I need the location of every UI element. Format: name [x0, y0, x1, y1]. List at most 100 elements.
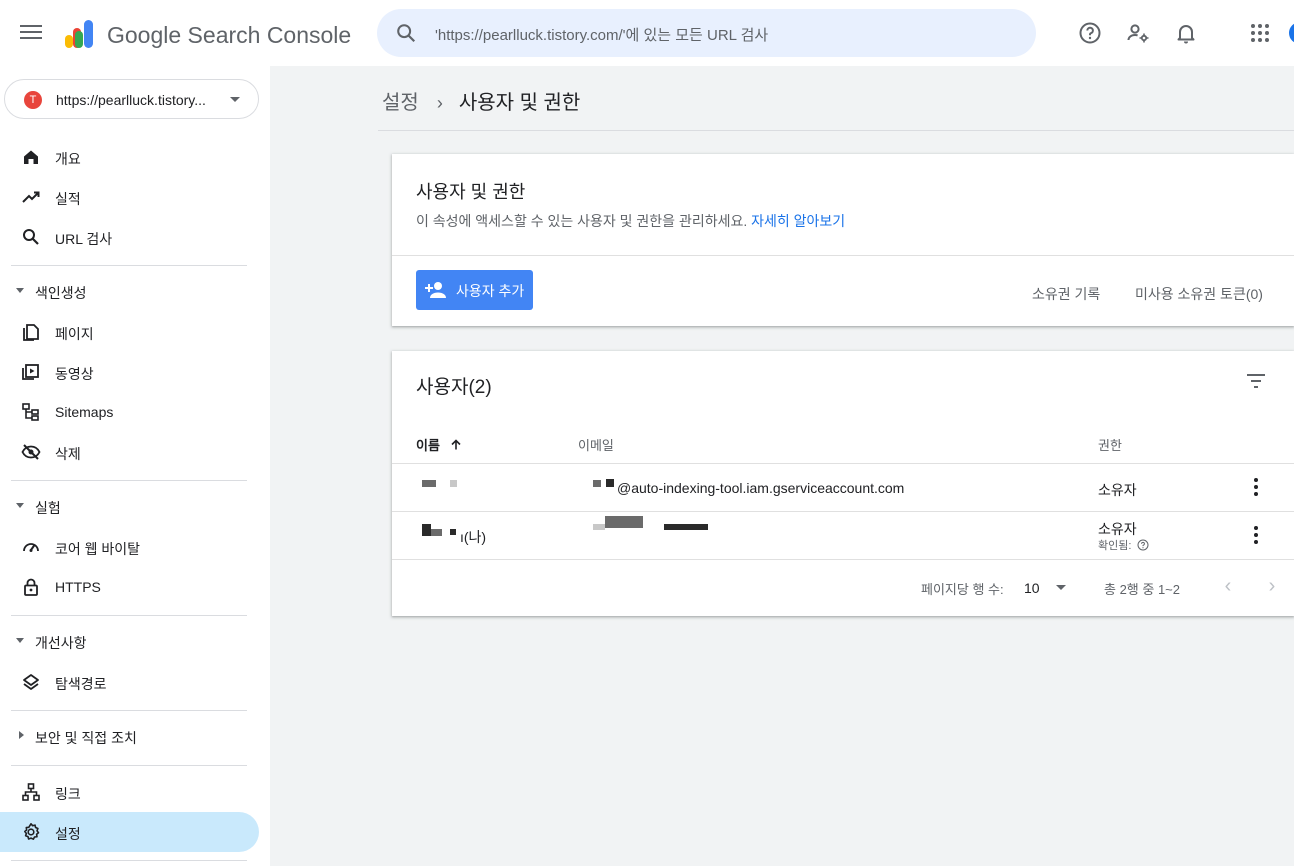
sidebar-divider [11, 480, 247, 481]
sidebar-section-label: 개선사항 [35, 635, 87, 651]
sidebar-section-label: 색인생성 [35, 285, 87, 301]
breadcrumb-chevron-icon: › [436, 93, 443, 113]
more-vert-icon[interactable] [1252, 526, 1260, 546]
notifications-icon[interactable] [1174, 21, 1198, 45]
sidebar-item-label: 링크 [55, 786, 81, 802]
sidebar-item-links[interactable]: 링크 [0, 772, 259, 812]
unused-tokens-button[interactable]: 미사용 소유권 토큰(0) [1135, 284, 1263, 304]
permissions-description: 이 속성에 액세스할 수 있는 사용자 및 권한을 관리하세요. 자세히 알아보… [416, 211, 845, 231]
users-card: 사용자(2) 이름 이메일 권한 @auto-indexing-tool.iam… [392, 351, 1294, 616]
trending-up-icon [22, 191, 40, 203]
search-console-logo [65, 20, 93, 48]
sidebar-item-label: 삭제 [55, 446, 81, 462]
sidebar-section-security[interactable]: 보안 및 직접 조치 [0, 718, 259, 754]
redacted-email [605, 516, 643, 528]
add-user-label: 사용자 추가 [456, 283, 525, 299]
sidebar-divider [11, 860, 247, 861]
sidebar-item-breadcrumbs[interactable]: 탐색경로 [0, 662, 259, 702]
header-divider [378, 130, 1294, 131]
table-divider [392, 463, 1294, 464]
sidebar-divider [11, 615, 247, 616]
sidebar-section-indexing[interactable]: 색인생성 [0, 273, 259, 309]
property-selector[interactable]: T https://pearlluck.tistory... [4, 79, 259, 119]
permissions-description-text: 이 속성에 액세스할 수 있는 사용자 및 권한을 관리하세요. [416, 213, 748, 229]
breadcrumb-parent[interactable]: 설정 [382, 92, 419, 114]
user-email: @auto-indexing-tool.iam.gserviceaccount.… [617, 480, 905, 496]
rows-per-page-select[interactable]: 10 [1020, 573, 1072, 601]
sidebar-section-experience[interactable]: 실험 [0, 488, 259, 524]
sidebar-item-label: 탐색경로 [55, 676, 107, 692]
table-divider [392, 511, 1294, 512]
learn-more-link[interactable]: 자세히 알아보기 [751, 213, 845, 229]
redacted-name [422, 480, 436, 487]
hamburger-menu-icon[interactable] [18, 21, 44, 45]
sidebar-section-label: 실험 [35, 500, 61, 516]
sidebar-item-pages[interactable]: 페이지 [0, 312, 259, 352]
pages-icon [23, 324, 39, 341]
layers-icon [23, 674, 39, 690]
sidebar-item-performance[interactable]: 실적 [0, 177, 259, 217]
video-icon [22, 364, 39, 380]
sidebar-item-core-web-vitals[interactable]: 코어 웹 바이탈 [0, 527, 259, 567]
table-divider [392, 559, 1294, 560]
verified-label: 확인됨: [1098, 540, 1132, 552]
app-brand[interactable]: Google Search Console [107, 22, 351, 49]
add-user-button[interactable]: 사용자 추가 [416, 270, 533, 310]
sidebar-item-overview[interactable]: 개요 [0, 137, 259, 177]
collapse-arrow-icon [16, 638, 24, 643]
manage-accounts-icon[interactable] [1126, 21, 1150, 45]
users-card-title: 사용자(2) [416, 377, 492, 398]
help-icon[interactable] [1078, 21, 1102, 45]
home-icon [24, 150, 38, 164]
sidebar-divider [11, 765, 247, 766]
verified-note: 확인됨: [1098, 537, 1149, 553]
redacted-name [450, 480, 457, 487]
more-vert-icon[interactable] [1252, 478, 1260, 498]
column-header-name[interactable]: 이름 [416, 435, 462, 454]
sitemap-icon [22, 403, 39, 421]
account-avatar[interactable] [1289, 22, 1294, 44]
sidebar-item-label: 실적 [55, 191, 81, 207]
ownership-history-button[interactable]: 소유권 기록 [1032, 284, 1100, 304]
permissions-card-title: 사용자 및 권한 [416, 182, 526, 202]
redacted-email [606, 479, 614, 487]
user-permission: 소유자 [1098, 521, 1137, 537]
sidebar-item-sitemaps[interactable]: Sitemaps [0, 392, 259, 432]
pagination-range: 총 2행 중 1~2 [1104, 582, 1180, 597]
visibility-off-icon [21, 444, 41, 460]
sidebar-item-https[interactable]: HTTPS [0, 567, 259, 607]
page-title: 사용자 및 권한 [458, 92, 581, 114]
url-inspection-search[interactable]: 'https://pearlluck.tistory.com/'에 있는 모든 … [377, 9, 1036, 57]
help-icon[interactable] [1137, 539, 1149, 551]
next-page-icon[interactable]: › [1264, 576, 1280, 597]
person-add-icon [425, 282, 446, 298]
redacted-email [593, 480, 601, 487]
sidebar-item-settings[interactable]: 설정 [0, 812, 259, 852]
breadcrumb: 설정 › 사용자 및 권한 [382, 86, 580, 115]
redacted-email [593, 524, 605, 530]
sidebar: T https://pearlluck.tistory... 개요 실적 URL… [0, 66, 270, 866]
search-icon [397, 24, 416, 43]
column-header-email: 이메일 [578, 438, 614, 453]
chevron-down-icon [1056, 585, 1066, 590]
sidebar-item-video[interactable]: 동영상 [0, 352, 259, 392]
sidebar-section-enhancements[interactable]: 개선사항 [0, 623, 259, 659]
sidebar-item-label: 페이지 [55, 326, 94, 342]
filter-icon[interactable] [1246, 373, 1266, 389]
link-tree-icon [22, 783, 40, 801]
previous-page-icon[interactable]: ‹ [1220, 576, 1236, 597]
search-icon [23, 229, 39, 245]
sidebar-item-removals[interactable]: 삭제 [0, 432, 259, 472]
sidebar-section-label: 보안 및 직접 조치 [35, 730, 137, 746]
collapse-arrow-icon [16, 503, 24, 508]
sidebar-item-url-inspection[interactable]: URL 검사 [0, 217, 259, 257]
column-header-name-label: 이름 [416, 438, 440, 453]
redacted-name [422, 524, 431, 536]
search-placeholder[interactable]: 'https://pearlluck.tistory.com/'에 있는 모든 … [435, 24, 768, 45]
sidebar-item-label: 개요 [55, 151, 81, 167]
sidebar-item-label: URL 검사 [55, 231, 113, 247]
apps-grid-icon[interactable] [1248, 21, 1272, 45]
chevron-down-icon [230, 97, 240, 102]
redacted-email [664, 524, 708, 530]
sidebar-item-label: Sitemaps [55, 404, 114, 420]
